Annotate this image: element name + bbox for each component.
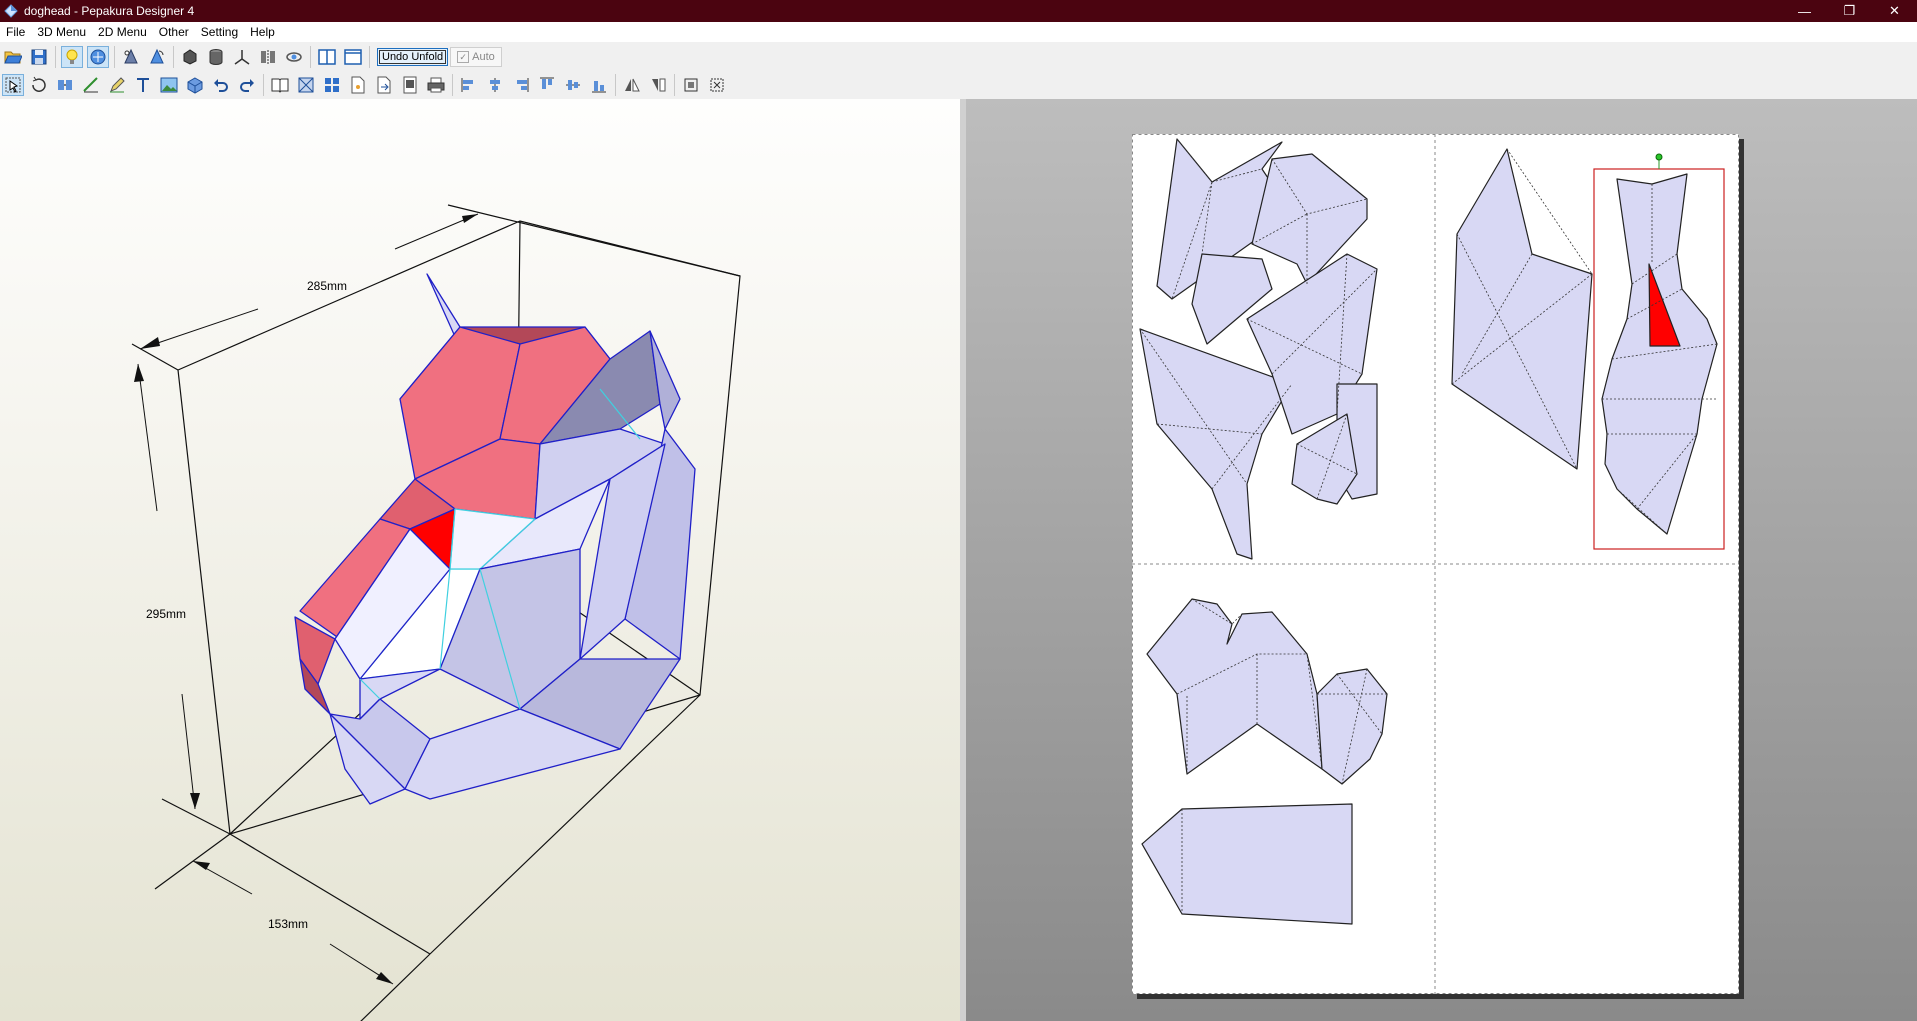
window-title: doghead - Pepakura Designer 4 <box>24 4 195 18</box>
main-toolbar: Undo Unfold ✓ Auto <box>0 43 502 70</box>
auto-checkbox[interactable]: ✓ Auto <box>450 46 502 67</box>
check-icon: ✓ <box>457 50 470 63</box>
part-9-selected <box>1601 173 1718 535</box>
print-preview-icon[interactable] <box>399 74 421 96</box>
menu-other[interactable]: Other <box>153 25 195 39</box>
split-view-icon[interactable] <box>257 46 279 68</box>
edit-toolbar <box>0 71 730 98</box>
maximize-button[interactable]: ❐ <box>1827 0 1872 22</box>
flip-horizontal-icon[interactable] <box>621 74 643 96</box>
fit-selection-icon[interactable] <box>706 74 728 96</box>
join-edge-icon[interactable] <box>54 74 76 96</box>
save-file-icon[interactable] <box>28 46 50 68</box>
rotate-part-alt-icon[interactable] <box>146 46 168 68</box>
cylinder-a-icon[interactable] <box>179 46 201 68</box>
minimize-button[interactable]: — <box>1782 0 1827 22</box>
menu-help[interactable]: Help <box>244 25 281 39</box>
depth-dimension-label: 153mm <box>268 917 309 931</box>
select-tool-icon[interactable] <box>2 73 24 96</box>
menu-setting[interactable]: Setting <box>195 25 244 39</box>
rotate-tool-icon[interactable] <box>28 74 50 96</box>
menu-3d[interactable]: 3D Menu <box>31 25 92 39</box>
undo-unfold-button[interactable]: Undo Unfold <box>377 47 449 66</box>
rotate-handle-icon <box>1655 153 1663 161</box>
align-top-icon[interactable] <box>536 74 558 96</box>
export-page-icon[interactable] <box>373 74 395 96</box>
edit-fold-icon[interactable] <box>80 74 102 96</box>
view-single-icon[interactable] <box>342 46 364 68</box>
light-bulb-icon[interactable] <box>61 45 83 68</box>
3d-view[interactable]: 285mm 295mm 153mm <box>0 99 960 1021</box>
flip-vertical-icon[interactable] <box>647 74 669 96</box>
height-dimension-label: 295mm <box>146 607 187 621</box>
part-12 <box>1141 803 1353 925</box>
rotate-3d-icon[interactable] <box>283 46 305 68</box>
width-dimension-label: 285mm <box>307 279 348 293</box>
image-tool-icon[interactable] <box>158 74 180 96</box>
open-file-icon[interactable] <box>2 46 24 68</box>
auto-label: Auto <box>472 50 495 63</box>
paper-sheet <box>1132 134 1739 994</box>
redo-icon[interactable] <box>236 74 258 96</box>
unfold-auto-icon[interactable] <box>295 74 317 96</box>
part-10 <box>1146 598 1323 775</box>
align-right-icon[interactable] <box>510 74 532 96</box>
align-center-icon[interactable] <box>484 74 506 96</box>
texture-toggle-icon[interactable] <box>87 45 109 68</box>
align-bottom-icon[interactable] <box>588 74 610 96</box>
3d-model-canvas[interactable] <box>0 99 960 1021</box>
menu-bar: File 3D Menu 2D Menu Other Setting Help <box>0 22 1917 42</box>
unfold-pattern-canvas[interactable] <box>1132 134 1739 994</box>
cylinder-b-icon[interactable] <box>205 46 227 68</box>
close-button[interactable]: ✕ <box>1872 0 1917 22</box>
print-icon[interactable] <box>425 74 447 96</box>
title-bar: doghead - Pepakura Designer 4 — ❐ ✕ <box>0 0 1917 22</box>
menu-file[interactable]: File <box>0 25 31 39</box>
app-icon <box>4 4 18 18</box>
text-tool-icon[interactable] <box>132 74 154 96</box>
book-layout-icon[interactable] <box>269 74 291 96</box>
3d-object-icon[interactable] <box>184 74 206 96</box>
tile-icon[interactable] <box>321 74 343 96</box>
undo-icon[interactable] <box>210 74 232 96</box>
view-split-icon[interactable] <box>316 46 338 68</box>
2d-unfold-view[interactable] <box>966 99 1917 1021</box>
pen-tool-icon[interactable] <box>106 74 128 96</box>
page-settings-icon[interactable] <box>347 74 369 96</box>
axis-icon[interactable] <box>231 46 253 68</box>
align-left-icon[interactable] <box>458 74 480 96</box>
rotate-part-icon[interactable] <box>120 46 142 68</box>
part-8 <box>1451 148 1593 470</box>
fit-all-icon[interactable] <box>680 74 702 96</box>
align-middle-icon[interactable] <box>562 74 584 96</box>
menu-2d[interactable]: 2D Menu <box>92 25 153 39</box>
